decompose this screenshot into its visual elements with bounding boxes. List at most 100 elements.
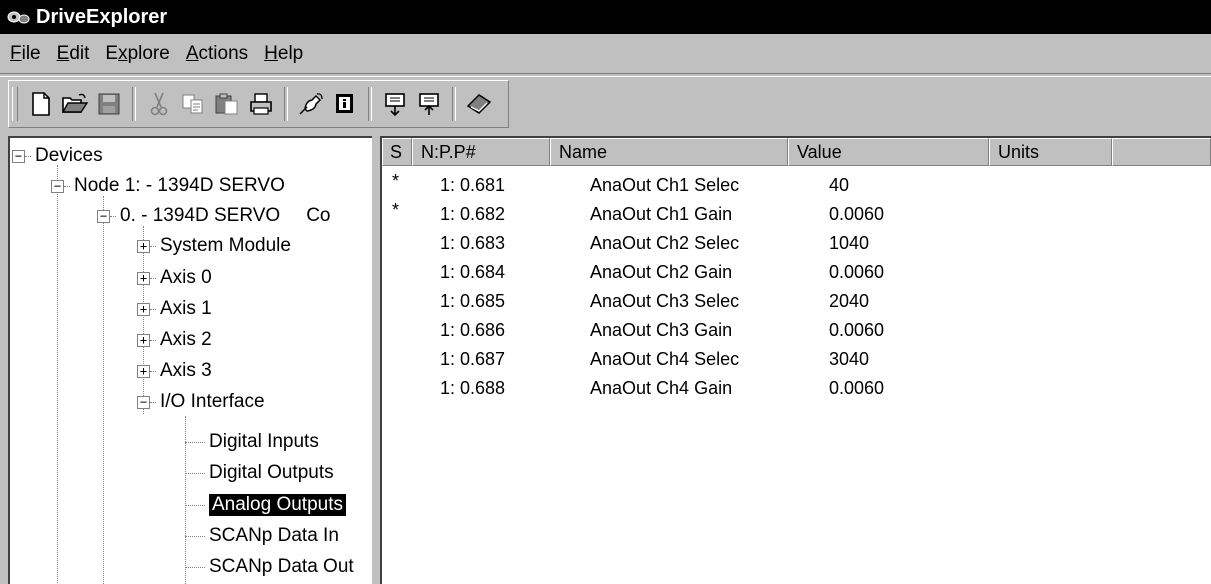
collapse-icon[interactable]: − <box>12 149 25 163</box>
toolbar-separator <box>132 87 136 121</box>
column-header-filler <box>1112 138 1211 166</box>
new-button[interactable] <box>24 85 58 123</box>
download-icon <box>419 93 439 115</box>
tree-item-system-module[interactable]: + System Module <box>137 231 291 261</box>
tree-label: System Module <box>160 235 291 256</box>
table-row[interactable]: * 1: 0.682 AnaOut Ch1 Gain 0.0060 <box>382 200 1211 227</box>
tree-connector <box>150 370 156 372</box>
help-book-button[interactable] <box>462 85 496 123</box>
tree-item-device0[interactable]: −0. - 1394D SERVO Co <box>97 201 330 231</box>
menu-actions-post: ctions <box>198 42 249 64</box>
properties-button[interactable] <box>328 85 362 123</box>
cell-value: 2040 <box>829 291 870 311</box>
table-row[interactable]: 1: 0.687 AnaOut Ch4 Selec 3040 <box>382 346 1211 372</box>
tree-label: Axis 2 <box>160 329 212 350</box>
tree-connector <box>64 185 70 187</box>
toolbar-grip[interactable] <box>12 87 18 121</box>
tree-connector <box>185 535 205 537</box>
upload-button[interactable] <box>378 85 412 123</box>
expand-icon[interactable]: + <box>137 302 150 316</box>
toolbar-separator <box>368 87 372 121</box>
collapse-icon[interactable]: − <box>97 209 110 223</box>
pane-splitter[interactable] <box>372 136 380 584</box>
tree-item-scanp-data-out[interactable]: SCANp Data Out <box>185 552 354 582</box>
tree-item-axis-2[interactable]: + Axis 2 <box>137 325 212 355</box>
list-header: S N:P.P# Name Value Units <box>382 138 1211 166</box>
tree-label: Digital Outputs <box>209 462 334 483</box>
column-header-name[interactable]: Name <box>550 138 788 166</box>
expand-icon[interactable]: + <box>137 239 150 253</box>
cell-s: * <box>392 200 400 220</box>
menu-edit[interactable]: Edit <box>49 43 98 65</box>
new-icon <box>32 92 50 116</box>
tree-item-axis-0[interactable]: + Axis 0 <box>137 263 212 293</box>
menu-explore[interactable]: Explore <box>97 43 177 65</box>
tree-label: 0. - 1394D SERVO <box>120 205 281 226</box>
collapse-icon[interactable]: − <box>51 179 64 193</box>
tree-item-digital-outputs[interactable]: Digital Outputs <box>185 458 334 488</box>
table-row[interactable]: 1: 0.685 AnaOut Ch3 Selec 2040 <box>382 288 1211 314</box>
table-row[interactable]: * 1: 0.681 AnaOut Ch1 Selec 40 <box>382 171 1211 198</box>
table-row[interactable]: 1: 0.684 AnaOut Ch2 Gain 0.0060 <box>382 259 1211 285</box>
table-row[interactable]: 1: 0.683 AnaOut Ch2 Selec 1040 <box>382 230 1211 256</box>
cell-name: AnaOut Ch1 Gain <box>590 204 733 224</box>
tree-item-scanp-data-in[interactable]: SCANp Data In <box>185 521 339 551</box>
cell-name: AnaOut Ch3 Selec <box>590 291 740 311</box>
cut-icon <box>150 92 168 116</box>
tree-item-node1[interactable]: − Node 1: - 1394D SERVO <box>51 171 285 201</box>
cut-button[interactable] <box>142 85 176 123</box>
tree-connector <box>185 504 205 506</box>
menu-actions[interactable]: Actions <box>178 43 256 65</box>
tree-label: Axis 1 <box>160 298 212 319</box>
tree-item-axis-3[interactable]: + Axis 3 <box>137 356 212 386</box>
tree-label: I/O Interface <box>160 391 265 412</box>
tree-label: Digital Inputs <box>209 431 319 452</box>
paste-button[interactable] <box>210 85 244 123</box>
print-button[interactable] <box>244 85 278 123</box>
expand-icon[interactable]: + <box>137 364 150 378</box>
menu-help[interactable]: Help <box>256 43 311 65</box>
tree-item-io-interface[interactable]: − I/O Interface <box>137 387 265 417</box>
column-header-units[interactable]: Units <box>989 138 1112 166</box>
expand-icon[interactable]: + <box>137 271 150 285</box>
column-header-npp[interactable]: N:P.P# <box>412 138 550 166</box>
tree-item-digital-inputs[interactable]: Digital Inputs <box>185 427 319 457</box>
collapse-icon[interactable]: − <box>137 395 150 409</box>
toolbar-separator <box>452 87 456 121</box>
open-button[interactable] <box>58 85 92 123</box>
tree-guide-line <box>57 165 58 584</box>
tree-connector <box>110 215 116 217</box>
tree-label-clipped: Co <box>306 205 331 226</box>
tree-connector <box>185 472 205 474</box>
tree-view[interactable]: − Devices − Node 1: - 1394D SERVO −0. - 13… <box>8 136 372 584</box>
menu-help-post: elp <box>277 42 304 64</box>
expand-icon[interactable]: + <box>137 333 150 347</box>
title-bar: DriveExplorer <box>0 0 1211 34</box>
window-title: DriveExplorer <box>36 5 168 28</box>
copy-button[interactable] <box>176 85 210 123</box>
cell-name: AnaOut Ch4 Selec <box>590 349 740 369</box>
tree-item-analog-outputs[interactable]: Analog Outputs <box>185 490 346 520</box>
connect-button[interactable] <box>294 85 328 123</box>
menu-file[interactable]: File <box>0 43 49 65</box>
upload-icon <box>385 93 405 117</box>
connect-icon <box>299 93 323 115</box>
cell-npp: 1: 0.682 <box>440 204 506 224</box>
menu-explore-post: plore <box>127 42 170 64</box>
download-button[interactable] <box>412 85 446 123</box>
parameter-list[interactable]: S N:P.P# Name Value Units * 1: 0.681 Ana… <box>380 136 1211 584</box>
tree-item-axis-1[interactable]: + Axis 1 <box>137 294 212 324</box>
tree-item-devices[interactable]: − Devices <box>12 141 103 171</box>
column-header-s[interactable]: S <box>382 138 412 166</box>
tree-label: SCANp Data Out <box>209 556 354 577</box>
app-icon <box>7 11 30 24</box>
column-header-value[interactable]: Value <box>788 138 989 166</box>
cell-npp: 1: 0.681 <box>440 175 506 195</box>
table-row[interactable]: 1: 0.686 AnaOut Ch3 Gain 0.0060 <box>382 317 1211 343</box>
table-row[interactable]: 1: 0.688 AnaOut Ch4 Gain 0.0060 <box>382 375 1211 401</box>
cell-npp: 1: 0.683 <box>440 233 506 253</box>
toolbar-band <box>8 80 509 128</box>
cell-name: AnaOut Ch2 Gain <box>590 262 733 282</box>
save-button[interactable] <box>92 85 126 123</box>
tree-guide-line <box>103 196 104 584</box>
